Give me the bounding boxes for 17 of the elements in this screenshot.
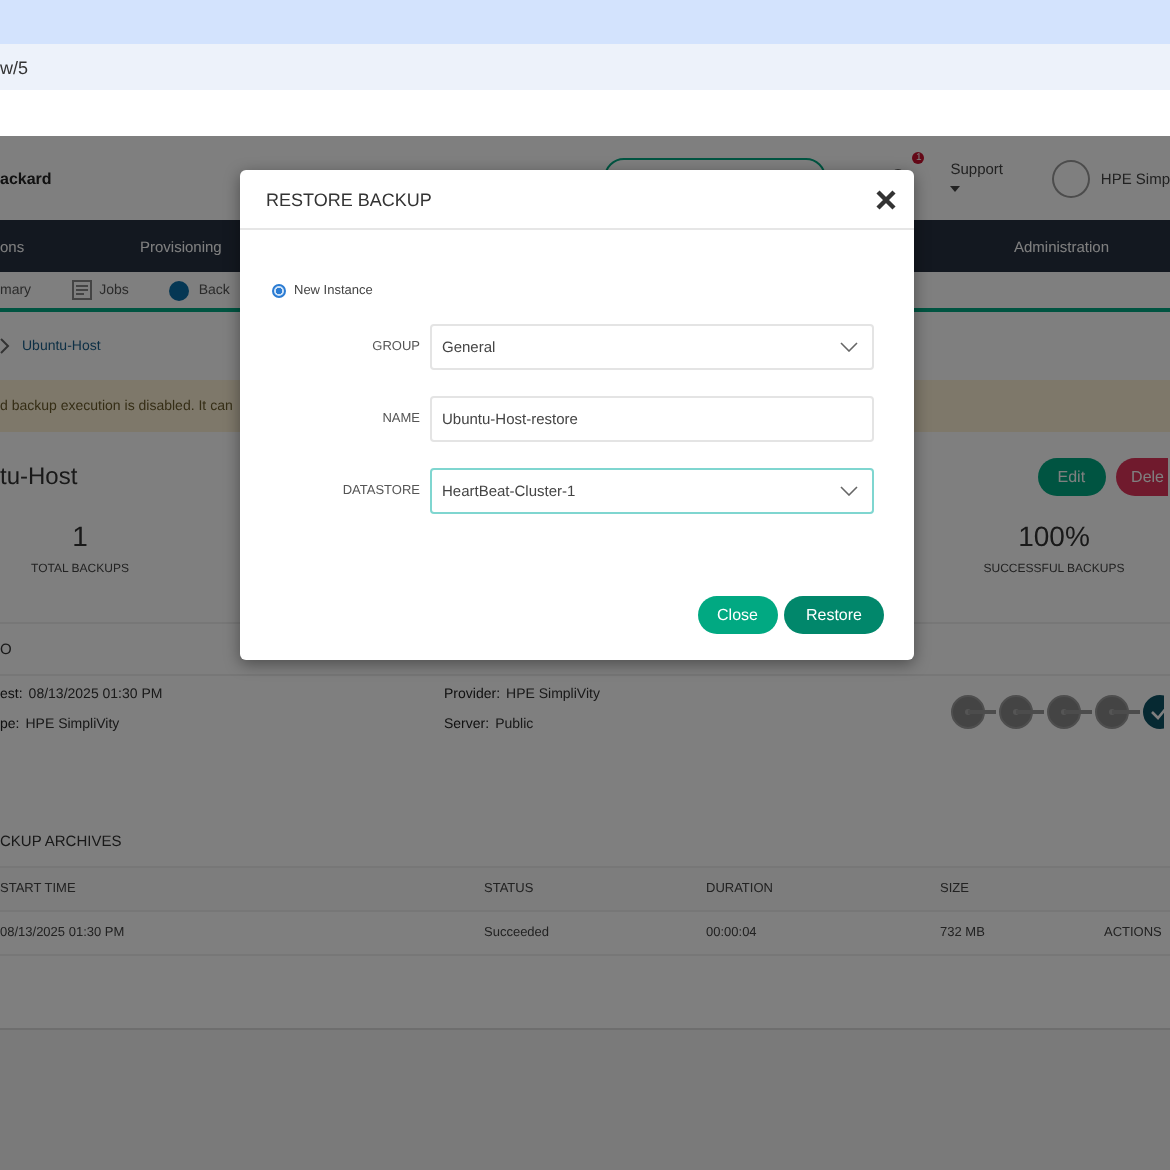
chevron-right-icon xyxy=(0,338,10,354)
stat-value: 1 xyxy=(72,520,88,552)
close-button[interactable]: Close xyxy=(697,596,778,634)
brand-text: ackard xyxy=(0,169,54,187)
edit-button[interactable]: Edit xyxy=(1037,457,1106,495)
page-title: tu-Host xyxy=(0,462,78,490)
close-icon[interactable] xyxy=(874,187,898,211)
chevron-down-icon xyxy=(840,485,858,495)
chevron-down-icon xyxy=(840,341,858,351)
caret-icon xyxy=(950,186,961,192)
circle-icon xyxy=(168,279,191,301)
stat-value: 100% xyxy=(1018,520,1090,552)
address-text[interactable]: w/5 xyxy=(0,57,29,77)
dialog-title: RESTORE BACKUP xyxy=(266,189,432,209)
list-icon xyxy=(71,280,92,300)
delete-button[interactable]: Dele xyxy=(1115,457,1168,495)
restore-button[interactable]: Restore xyxy=(783,596,884,634)
